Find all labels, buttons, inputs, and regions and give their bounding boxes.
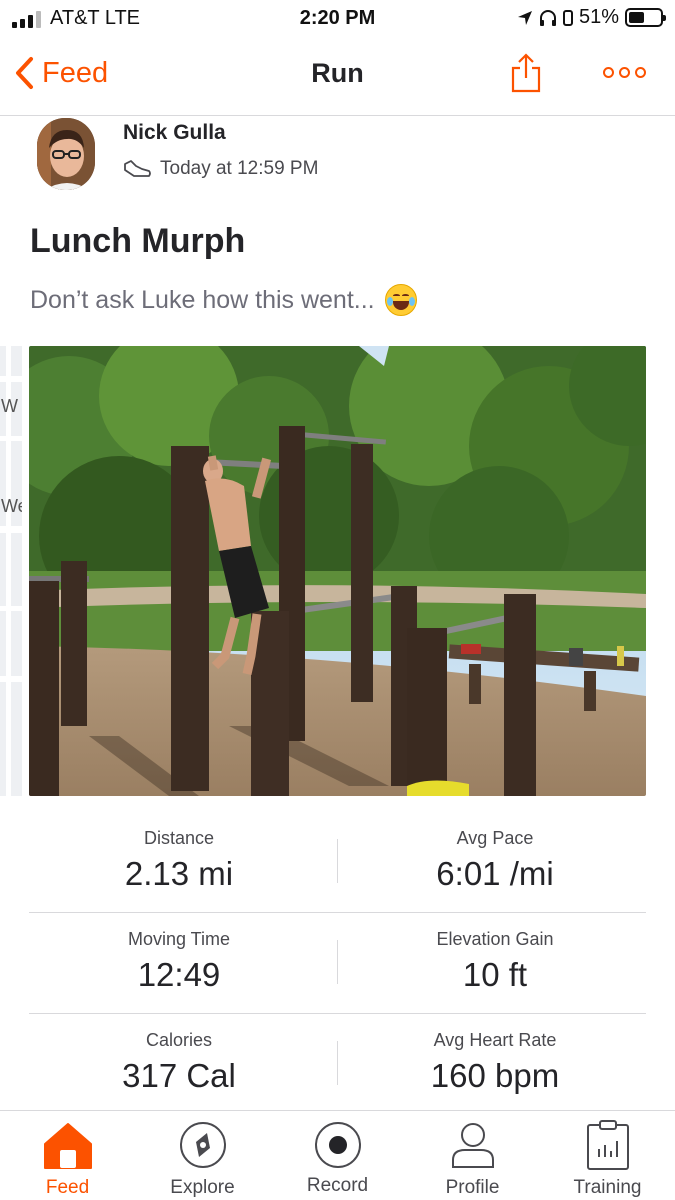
activity-stats: Distance 2.13 mi Avg Pace 6:01 /mi Movin… [29, 812, 646, 1115]
tab-label: Explore [170, 1177, 235, 1198]
stat-label: Calories [145, 1030, 213, 1050]
stat-elevation-gain: Elevation Gain 10 ft [345, 913, 645, 994]
next-media-peek [664, 346, 675, 796]
more-dot-icon [603, 67, 614, 78]
stat-value: 10 ft [462, 956, 528, 993]
stat-avg-heart-rate: Avg Heart Rate 160 bpm [345, 1014, 645, 1095]
activity-description-text: Don’t ask Luke how this went... [30, 285, 375, 314]
stats-row: Distance 2.13 mi Avg Pace 6:01 /mi [29, 812, 646, 913]
activity-title: Lunch Murph [30, 222, 246, 260]
status-right-group: 51% [517, 6, 666, 29]
stat-moving-time: Moving Time 12:49 [29, 913, 329, 994]
stat-calories: Calories 317 Cal [29, 1014, 329, 1095]
tab-profile[interactable]: Profile [405, 1111, 540, 1200]
tab-training[interactable]: Training [540, 1111, 675, 1200]
activity-timestamp: Today at 12:59 PM [160, 158, 319, 179]
stats-row: Moving Time 12:49 Elevation Gain 10 ft [29, 913, 646, 1014]
more-dot-icon [619, 67, 630, 78]
lock-rotation-icon [562, 9, 573, 26]
tab-label: Record [306, 1175, 369, 1196]
more-dot-icon [635, 67, 646, 78]
activity-photo[interactable] [29, 346, 646, 796]
stat-avg-pace: Avg Pace 6:01 /mi [345, 812, 645, 893]
tab-label: Feed [45, 1177, 90, 1198]
status-bar: AT&T LTE 2:20 PM 51% [0, 0, 675, 38]
stat-value: 6:01 /mi [436, 855, 554, 892]
tab-explore[interactable]: Explore [135, 1111, 270, 1200]
home-icon [43, 1123, 92, 1169]
activity-meta: Today at 12:59 PM [122, 158, 318, 180]
map-label: W [1, 396, 18, 416]
compass-icon [179, 1122, 226, 1168]
location-arrow-icon [517, 10, 532, 25]
stat-value: 12:49 [137, 956, 221, 993]
shoe-icon [124, 160, 151, 177]
activity-description: Don’t ask Luke how this went... [30, 284, 417, 316]
training-icon [586, 1120, 629, 1170]
record-icon [314, 1122, 361, 1168]
stat-distance: Distance 2.13 mi [29, 812, 329, 893]
stat-value: 160 bpm [430, 1057, 560, 1094]
stats-row: Calories 317 Cal Avg Heart Rate 160 bpm [29, 1014, 646, 1115]
battery-percent: 51% [578, 6, 619, 28]
map-label: We [1, 496, 22, 516]
profile-icon [451, 1123, 494, 1168]
stat-label: Avg Heart Rate [433, 1030, 557, 1050]
headphones-icon [539, 9, 556, 26]
tab-label: Training [573, 1177, 642, 1198]
battery-icon [625, 8, 666, 27]
route-map-preview[interactable]: W We [0, 346, 22, 796]
page-title: Run [311, 58, 364, 88]
share-icon [511, 53, 541, 93]
stat-value: 317 Cal [122, 1057, 236, 1094]
avatar[interactable] [37, 118, 95, 190]
stat-label: Distance [143, 828, 215, 848]
tab-feed[interactable]: Feed [0, 1111, 135, 1200]
laughing-tears-emoji-icon [384, 284, 417, 316]
stat-divider [337, 1041, 338, 1085]
stat-divider [337, 940, 338, 984]
tab-record[interactable]: Record [270, 1111, 405, 1200]
nav-bar: Feed Run [0, 38, 675, 116]
tab-bar: Feed Explore Record Profile Training [0, 1110, 675, 1200]
more-options-button[interactable] [603, 67, 646, 78]
stat-label: Elevation Gain [436, 929, 554, 949]
athlete-name[interactable]: Nick Gulla [123, 121, 226, 145]
stat-divider [337, 839, 338, 883]
tab-label: Profile [445, 1177, 500, 1198]
stat-value: 2.13 mi [124, 855, 234, 892]
share-button[interactable] [510, 52, 542, 99]
stat-label: Avg Pace [456, 828, 534, 848]
stat-label: Moving Time [127, 929, 231, 949]
